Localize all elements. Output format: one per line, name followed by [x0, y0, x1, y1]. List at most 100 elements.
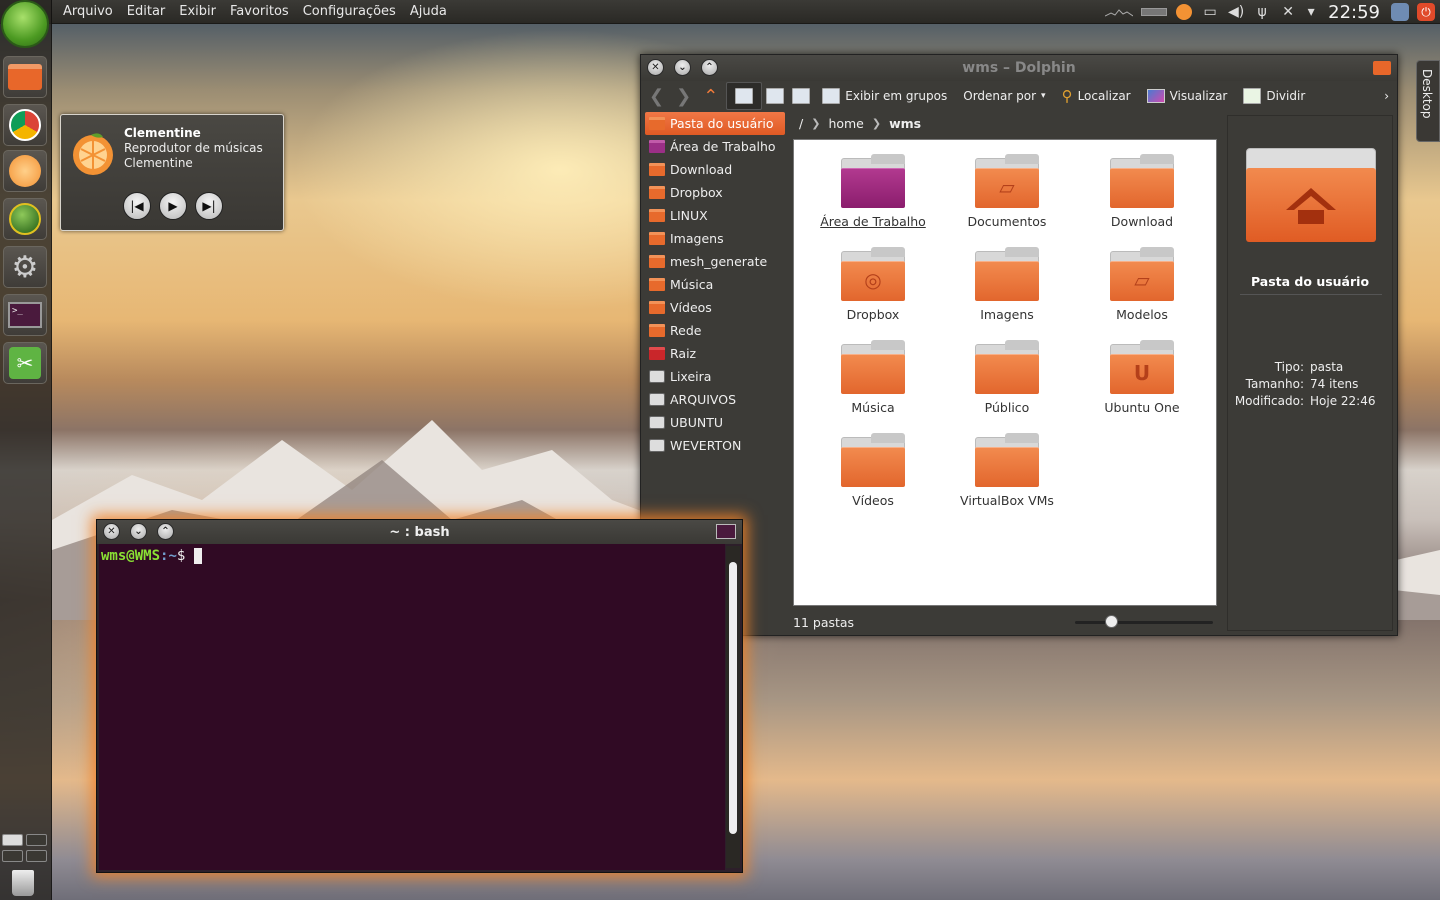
dolphin-titlebar[interactable]: ✕ ⌄ ⌃ wms – Dolphin [641, 55, 1397, 81]
file-item[interactable]: Vídeos [808, 433, 938, 523]
file-item[interactable]: ▱ Documentos [942, 154, 1072, 244]
up-button[interactable]: ⌃ [695, 82, 726, 110]
terminal-titlebar[interactable]: ✕ ⌄ ⌃ ~ : bash [97, 520, 742, 544]
show-in-groups-button[interactable]: Exibir em grupos [814, 82, 955, 110]
place-item-lixeira[interactable]: Lixeira [645, 365, 785, 388]
maximize-button[interactable]: ⌃ [701, 59, 718, 76]
file-item[interactable]: ▱ Modelos [1077, 247, 1207, 337]
power-icon[interactable]: ⏻ [1416, 3, 1436, 21]
menu-arquivo[interactable]: Arquivo [56, 0, 120, 24]
workspace-3[interactable] [2, 850, 23, 862]
icons-view-button[interactable] [726, 82, 763, 110]
forward-button[interactable]: ❯ [672, 82, 695, 110]
breadcrumb-current[interactable]: wms [889, 116, 921, 131]
info-key: Modificado: [1234, 394, 1304, 408]
notifications-arrow-icon[interactable]: ▾ [1304, 3, 1318, 21]
terminal-launcher-icon[interactable]: >_ [3, 294, 47, 336]
battery-icon[interactable] [1140, 3, 1168, 21]
place-item-mesh-generate[interactable]: mesh_generate [645, 250, 785, 273]
place-item-weverton[interactable]: WEVERTON [645, 434, 785, 457]
workspace-1[interactable] [2, 834, 23, 846]
download-folder-icon [1110, 154, 1174, 208]
tools-launcher-icon[interactable]: ✂ [3, 342, 47, 384]
globe-launcher-icon[interactable] [3, 198, 47, 240]
place-item-desktop[interactable]: Área de Trabalho [645, 135, 785, 158]
place-item-linux[interactable]: LINUX [645, 204, 785, 227]
place-item-arquivos[interactable]: ARQUIVOS [645, 388, 785, 411]
menu-favoritos[interactable]: Favoritos [223, 0, 296, 24]
place-item-rede[interactable]: Rede [645, 319, 785, 342]
file-item[interactable]: ◎ Dropbox [808, 247, 938, 337]
close-icon: ✕ [107, 526, 116, 537]
terminal-scrollbar[interactable] [726, 546, 740, 868]
volume-icon[interactable]: ◀) [1226, 3, 1246, 21]
previous-track-button[interactable]: |◀ [123, 192, 151, 220]
place-label: Vídeos [670, 300, 712, 315]
file-item-label: Dropbox [846, 307, 900, 322]
opensuse-menu-icon[interactable] [1, 0, 49, 48]
clementine-title: Clementine [124, 126, 201, 140]
information-panel: Pasta do usuário Tipo: pasta Tamanho: 74… [1227, 115, 1393, 631]
dolphin-window: ✕ ⌄ ⌃ wms – Dolphin ❮ ❯ ⌃ Exibir em grup… [640, 54, 1398, 636]
file-item[interactable]: Imagens [942, 247, 1072, 337]
desktop-folder-icon [841, 154, 905, 208]
clipboard-icon[interactable]: ▭ [1200, 3, 1220, 21]
play-button[interactable]: ▶ [159, 192, 187, 220]
zoom-slider[interactable] [1075, 621, 1213, 624]
network-icon[interactable]: ✕ [1278, 3, 1298, 21]
find-button[interactable]: ⚲ Localizar [1054, 82, 1139, 110]
back-button[interactable]: ❮ [641, 82, 672, 110]
chrome-launcher-icon[interactable] [3, 104, 47, 146]
close-button[interactable]: ✕ [647, 59, 664, 76]
scrollbar-thumb[interactable] [729, 562, 737, 834]
settings-launcher-icon[interactable]: ⚙ [3, 246, 47, 288]
clock[interactable]: 22:59 [1328, 2, 1380, 23]
file-item-label: Ubuntu One [1104, 400, 1180, 415]
usb-icon[interactable]: ψ [1252, 3, 1272, 21]
preview-button[interactable]: Visualizar [1139, 82, 1236, 110]
menu-configuracoes[interactable]: Configurações [296, 0, 403, 24]
place-item-ubuntu[interactable]: UBUNTU [645, 411, 785, 434]
place-item-imagens[interactable]: Imagens [645, 227, 785, 250]
desktop-dashboard-tab[interactable]: Desktop [1416, 60, 1440, 142]
zoom-slider-handle[interactable] [1105, 615, 1118, 628]
close-button[interactable]: ✕ [103, 523, 120, 540]
place-item-home[interactable]: Pasta do usuário [645, 112, 785, 135]
menu-editar[interactable]: Editar [120, 0, 173, 24]
place-item-download[interactable]: Download [645, 158, 785, 181]
columns-view-button[interactable] [788, 82, 814, 110]
place-item-musica[interactable]: Música [645, 273, 785, 296]
details-view-button[interactable] [762, 82, 788, 110]
file-item[interactable]: Música [808, 340, 938, 430]
place-item-raiz[interactable]: Raiz [645, 342, 785, 365]
user-switch-icon[interactable] [1390, 3, 1410, 21]
place-item-dropbox[interactable]: Dropbox [645, 181, 785, 204]
workspace-2[interactable] [26, 834, 47, 846]
split-button[interactable]: Dividir [1235, 82, 1313, 110]
next-track-button[interactable]: ▶| [195, 192, 223, 220]
file-item[interactable]: Público [942, 340, 1072, 430]
minimize-button[interactable]: ⌄ [674, 59, 691, 76]
trash-icon[interactable] [12, 868, 36, 898]
preview-label: Visualizar [1169, 89, 1228, 103]
magnifier-icon: ⚲ [1061, 87, 1073, 105]
place-item-videos[interactable]: Vídeos [645, 296, 785, 319]
file-item[interactable]: Download [1077, 154, 1207, 244]
menu-exibir[interactable]: Exibir [172, 0, 223, 24]
maximize-button[interactable]: ⌃ [157, 523, 174, 540]
home-folder-launcher-icon[interactable] [3, 56, 47, 98]
breadcrumb-root[interactable]: / [799, 116, 803, 131]
minimize-button[interactable]: ⌄ [130, 523, 147, 540]
toolbar-overflow-button[interactable]: › [1376, 82, 1397, 110]
workspace-4[interactable] [26, 850, 47, 862]
file-item[interactable]: VirtualBox VMs [942, 433, 1072, 523]
clementine-tray-icon[interactable] [1174, 3, 1194, 21]
clementine-launcher-icon[interactable] [3, 150, 47, 192]
terminal-output[interactable]: wms@WMS:~$ [99, 544, 725, 870]
file-item[interactable]: Área de Trabalho [808, 154, 938, 244]
menu-ajuda[interactable]: Ajuda [403, 0, 454, 24]
system-monitor-icon[interactable] [1104, 3, 1134, 21]
sort-by-button[interactable]: Ordenar por ▾ [955, 82, 1053, 110]
file-item[interactable]: U Ubuntu One [1077, 340, 1207, 430]
breadcrumb-home[interactable]: home [828, 116, 863, 131]
